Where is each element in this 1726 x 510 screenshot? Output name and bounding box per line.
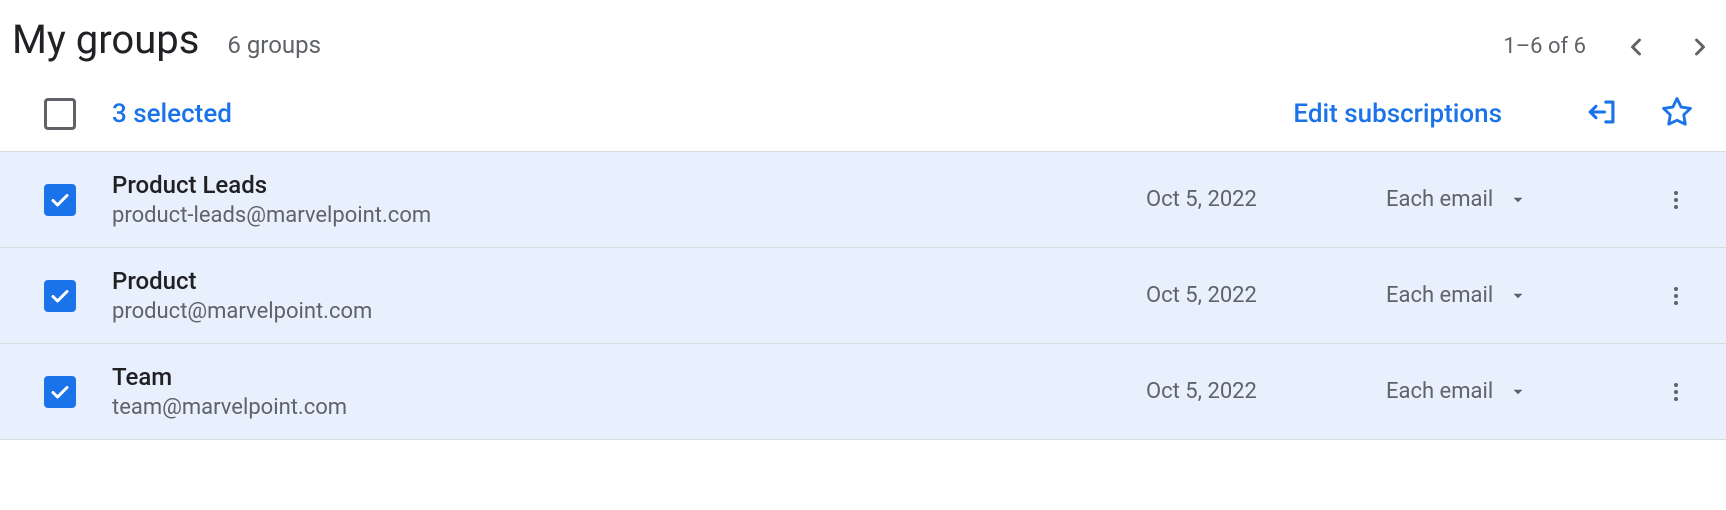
group-count: 6 groups bbox=[227, 31, 321, 59]
row-checkbox[interactable] bbox=[44, 376, 76, 408]
more-vert-icon bbox=[1664, 284, 1688, 308]
page-header: My groups 6 groups 1–6 of 6 bbox=[0, 0, 1726, 83]
row-menu-button[interactable] bbox=[1646, 380, 1706, 404]
group-info: Product product@marvelpoint.com bbox=[112, 267, 1146, 324]
dropdown-triangle-icon bbox=[1509, 287, 1527, 305]
row-menu-button[interactable] bbox=[1646, 188, 1706, 212]
row-menu-button[interactable] bbox=[1646, 284, 1706, 308]
group-email: team@marvelpoint.com bbox=[112, 395, 1146, 420]
group-info: Team team@marvelpoint.com bbox=[112, 363, 1146, 420]
row-checkbox[interactable] bbox=[44, 280, 76, 312]
subscription-label: Each email bbox=[1386, 187, 1493, 212]
leave-group-button[interactable] bbox=[1586, 95, 1620, 133]
group-date: Oct 5, 2022 bbox=[1146, 187, 1386, 212]
star-button[interactable] bbox=[1660, 95, 1694, 133]
group-name: Product Leads bbox=[112, 171, 1146, 199]
group-row[interactable]: Product Leads product-leads@marvelpoint.… bbox=[0, 152, 1726, 248]
group-date: Oct 5, 2022 bbox=[1146, 283, 1386, 308]
next-page-button[interactable] bbox=[1686, 33, 1714, 61]
group-email: product-leads@marvelpoint.com bbox=[112, 203, 1146, 228]
group-email: product@marvelpoint.com bbox=[112, 299, 1146, 324]
pagination: 1–6 of 6 bbox=[1503, 33, 1714, 61]
check-icon bbox=[48, 284, 72, 308]
selected-count[interactable]: 3 selected bbox=[112, 99, 232, 129]
prev-page-button[interactable] bbox=[1622, 33, 1650, 61]
subscription-dropdown[interactable]: Each email bbox=[1386, 187, 1646, 212]
edit-subscriptions-button[interactable]: Edit subscriptions bbox=[1293, 99, 1502, 129]
subscription-dropdown[interactable]: Each email bbox=[1386, 379, 1646, 404]
check-icon bbox=[48, 380, 72, 404]
subscription-label: Each email bbox=[1386, 379, 1493, 404]
more-vert-icon bbox=[1664, 380, 1688, 404]
page-title: My groups bbox=[12, 16, 199, 63]
bulk-toolbar: 3 selected Edit subscriptions bbox=[0, 83, 1726, 151]
group-name: Team bbox=[112, 363, 1146, 391]
more-vert-icon bbox=[1664, 188, 1688, 212]
group-date: Oct 5, 2022 bbox=[1146, 379, 1386, 404]
group-name: Product bbox=[112, 267, 1146, 295]
star-outline-icon bbox=[1660, 95, 1694, 129]
group-info: Product Leads product-leads@marvelpoint.… bbox=[112, 171, 1146, 228]
chevron-right-icon bbox=[1686, 33, 1714, 61]
subscription-dropdown[interactable]: Each email bbox=[1386, 283, 1646, 308]
check-icon bbox=[48, 188, 72, 212]
leave-icon bbox=[1586, 95, 1620, 129]
group-row[interactable]: Product product@marvelpoint.com Oct 5, 2… bbox=[0, 248, 1726, 344]
groups-list: Product Leads product-leads@marvelpoint.… bbox=[0, 151, 1726, 440]
row-checkbox[interactable] bbox=[44, 184, 76, 216]
dropdown-triangle-icon bbox=[1509, 383, 1527, 401]
chevron-left-icon bbox=[1622, 33, 1650, 61]
group-row[interactable]: Team team@marvelpoint.com Oct 5, 2022 Ea… bbox=[0, 344, 1726, 440]
pagination-text: 1–6 of 6 bbox=[1503, 34, 1586, 59]
select-all-checkbox[interactable] bbox=[44, 98, 76, 130]
dropdown-triangle-icon bbox=[1509, 191, 1527, 209]
subscription-label: Each email bbox=[1386, 283, 1493, 308]
